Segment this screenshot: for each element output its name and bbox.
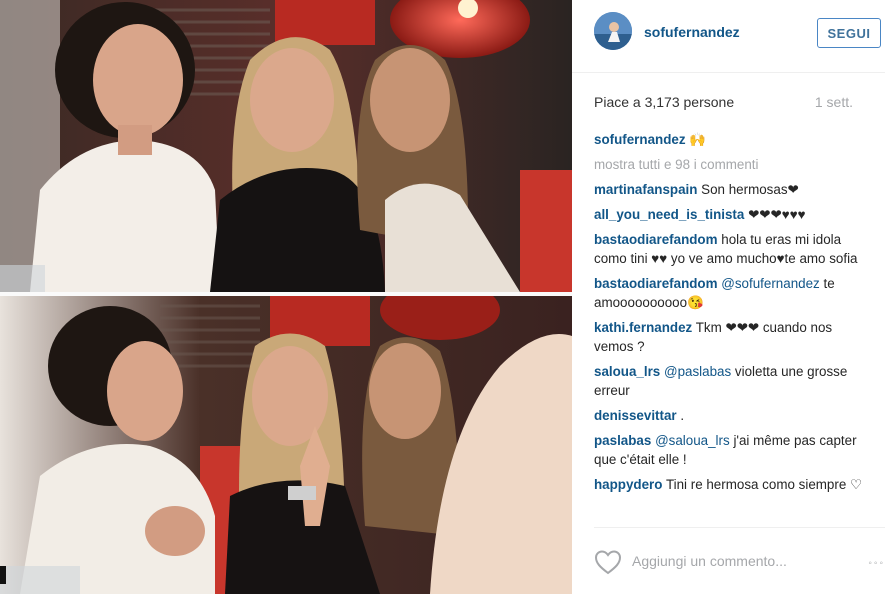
post-header: sofufernandez SEGUI (572, 0, 885, 73)
comment-username[interactable]: paslabas (594, 433, 651, 448)
comment-item: saloua_lrs @paslabas violetta une grosse… (594, 362, 864, 400)
follow-button[interactable]: SEGUI (817, 18, 881, 48)
add-comment-input[interactable]: Aggiungi un commento... (632, 553, 787, 569)
avatar[interactable] (594, 12, 632, 50)
comment-username[interactable]: all_you_need_is_tinista (594, 207, 744, 222)
comment-item: bastaodiarefandom hola tu eras mi idola … (594, 230, 864, 268)
comment-item: all_you_need_is_tinista ❤❤❤♥♥♥ (594, 205, 864, 224)
heart-outline-icon[interactable] (594, 549, 622, 575)
comment-item: martinafanspain Son hermosas❤ (594, 180, 864, 199)
caption: sofufernandez 🙌 (594, 130, 864, 149)
username-link[interactable]: sofufernandez (644, 24, 740, 40)
comment-mention[interactable]: @saloua_lrs (655, 433, 730, 448)
caption-text: 🙌 (689, 132, 706, 147)
post-side-panel: sofufernandez SEGUI Piace a 3,173 person… (572, 0, 885, 594)
comments-list: sofufernandez 🙌 mostra tutti e 98 i comm… (594, 130, 864, 500)
post-photo[interactable] (0, 0, 572, 594)
comment-item: paslabas @saloua_lrs j'ai même pas capte… (594, 431, 864, 469)
post-timestamp[interactable]: 1 sett. (815, 94, 853, 110)
comment-username[interactable]: bastaodiarefandom (594, 276, 718, 291)
comment-text: Tini re hermosa como siempre ♡ (665, 477, 862, 492)
comment-text: Son hermosas❤ (701, 182, 799, 197)
comment-username[interactable]: denissevittar (594, 408, 677, 423)
likes-count[interactable]: Piace a 3,173 persone (594, 94, 734, 110)
comment-mention[interactable]: @paslabas (664, 364, 731, 379)
comment-item: kathi.fernandez Tkm ❤❤❤ cuando nos vemos… (594, 318, 864, 356)
comment-item: bastaodiarefandom @sofufernandez te amoo… (594, 274, 864, 312)
comment-username[interactable]: kathi.fernandez (594, 320, 692, 335)
comment-username[interactable]: saloua_lrs (594, 364, 660, 379)
comment-username[interactable]: happydero (594, 477, 662, 492)
show-all-comments-link[interactable]: mostra tutti e 98 i commenti (594, 155, 864, 174)
comment-username[interactable]: bastaodiarefandom (594, 232, 718, 247)
comment-item: denissevittar . (594, 406, 864, 425)
photo-collage-top (0, 0, 572, 292)
comment-text: ❤❤❤♥♥♥ (748, 207, 806, 222)
caption-username[interactable]: sofufernandez (594, 132, 686, 147)
comment-item: happydero Tini re hermosa como siempre ♡ (594, 475, 864, 494)
comment-mention[interactable]: @sofufernandez (721, 276, 819, 291)
photo-collage-bottom (0, 296, 572, 594)
instagram-post: sofufernandez SEGUI Piace a 3,173 person… (0, 0, 885, 594)
comment-text: . (680, 408, 685, 423)
more-options-icon[interactable]: ◦◦◦ (868, 558, 885, 569)
comment-username[interactable]: martinafanspain (594, 182, 697, 197)
post-actions: Aggiungi un commento... ◦◦◦ (594, 527, 885, 595)
